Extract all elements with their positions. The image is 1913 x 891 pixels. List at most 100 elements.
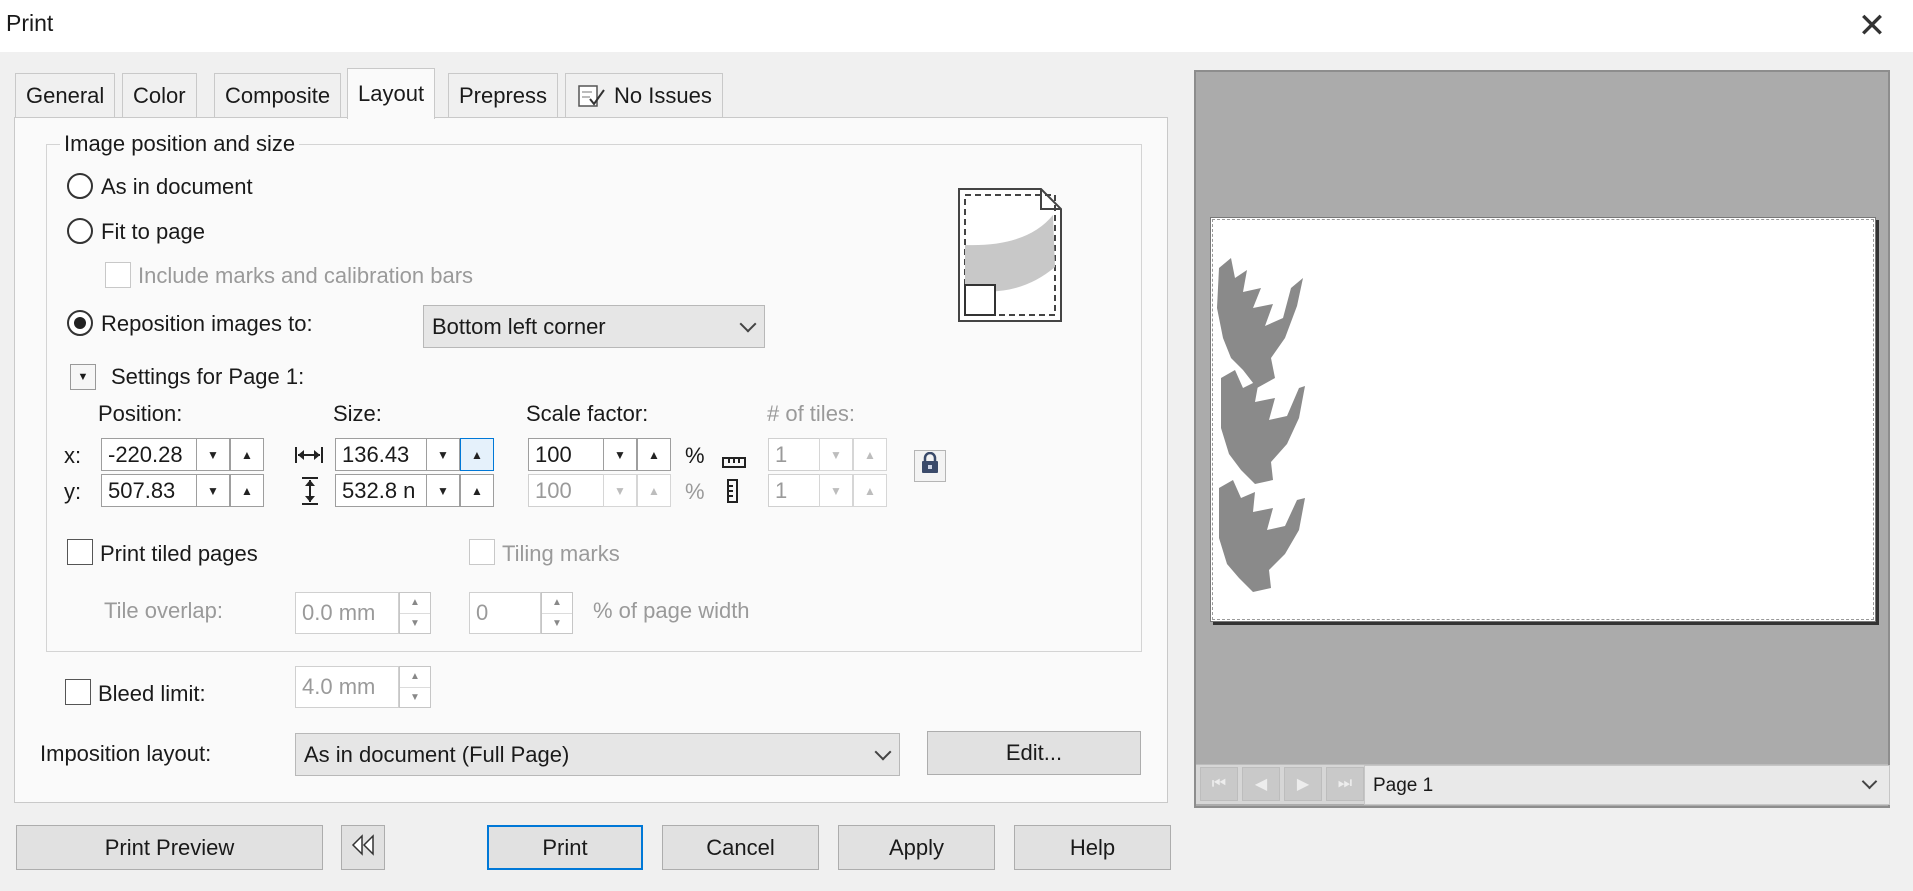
fit-to-page-radio[interactable] [67, 218, 93, 244]
apply-button[interactable]: Apply [838, 825, 995, 870]
page-select-value: Page 1 [1373, 775, 1434, 796]
tab-composite[interactable]: Composite [214, 73, 342, 118]
tiling-marks-label: Tiling marks [502, 541, 620, 566]
tiling-marks-checkbox[interactable] [469, 539, 495, 565]
width-field[interactable]: 136.43 [335, 438, 427, 471]
double-chevron-left-icon [350, 833, 376, 862]
bleed-limit-field[interactable]: 4.0 mm [295, 666, 399, 708]
as-in-document-label[interactable]: As in document [101, 174, 253, 200]
print-tiled-pages-label[interactable]: Print tiled pages [100, 541, 258, 567]
tab-layout[interactable]: Layout [347, 68, 436, 119]
include-marks-checkbox[interactable] [105, 262, 131, 288]
imposition-layout-select[interactable]: As in document (Full Page) [295, 733, 900, 776]
include-marks-label: Include marks and calibration bars [138, 263, 474, 288]
chevron-down-icon [1861, 773, 1878, 790]
x-label: x: [64, 443, 82, 468]
tab-label: No Issues [614, 83, 712, 108]
bleed-limit-value: 4.0 mm [302, 674, 376, 699]
first-page-icon: ⏮ [1211, 775, 1227, 792]
scale-x-field[interactable]: 100 [528, 438, 604, 471]
tab-no-issues[interactable]: No Issues [565, 73, 723, 118]
reposition-label[interactable]: Reposition images to: [101, 311, 313, 337]
scale-y-decrement[interactable]: ▼ [603, 474, 637, 507]
scale-x-increment[interactable]: ▲ [637, 438, 671, 471]
bleed-limit-spinner[interactable]: ▲ ▼ [399, 666, 431, 708]
tile-overlap-label: Tile overlap: [104, 598, 224, 623]
imposition-layout-value: As in document (Full Page) [304, 741, 570, 767]
settings-page-label: Settings for Page 1: [111, 364, 305, 389]
tile-overlap-spinner[interactable]: ▲ ▼ [399, 592, 431, 634]
settings-collapse-toggle[interactable]: ▼ [70, 364, 96, 390]
imposition-layout-label: Imposition layout: [40, 741, 212, 766]
position-x-increment[interactable]: ▲ [230, 438, 264, 471]
reposition-select[interactable]: Bottom left corner [423, 305, 765, 348]
tiles-y-increment[interactable]: ▲ [853, 474, 887, 507]
tab-color[interactable]: Color [122, 73, 197, 118]
help-button[interactable]: Help [1014, 825, 1171, 870]
scale-x-decrement[interactable]: ▼ [603, 438, 637, 471]
first-page-button[interactable]: ⏮ [1200, 767, 1238, 801]
position-x-value: -220.28 [108, 441, 183, 467]
title-bar [0, 0, 1913, 52]
position-x-decrement[interactable]: ▼ [196, 438, 230, 471]
tab-prepress[interactable]: Prepress [448, 73, 559, 118]
height-arrows-icon [298, 476, 322, 506]
horizontal-ruler-icon [722, 449, 746, 468]
scale-y-field[interactable]: 100 [528, 474, 604, 507]
group-title: Image position and size [60, 131, 300, 157]
y-label: y: [64, 479, 82, 504]
scale-x-percent: % [685, 443, 705, 468]
close-icon: ✕ [1857, 7, 1887, 45]
scale-y-increment[interactable]: ▲ [637, 474, 671, 507]
reposition-radio[interactable] [67, 310, 93, 336]
position-x-field[interactable]: -220.28 [101, 438, 197, 471]
checklist-icon [576, 83, 606, 109]
tiles-y-decrement[interactable]: ▼ [819, 474, 853, 507]
tab-general[interactable]: General [15, 73, 116, 118]
overlap-percent-field[interactable]: 0 [469, 592, 541, 634]
chevron-down-icon [874, 743, 892, 760]
print-preview-button[interactable]: Print Preview [16, 825, 323, 870]
position-y-increment[interactable]: ▲ [230, 474, 264, 507]
chevron-down-icon [739, 315, 757, 332]
fit-to-page-label[interactable]: Fit to page [101, 219, 205, 245]
tiles-x-increment[interactable]: ▲ [853, 438, 887, 471]
height-increment[interactable]: ▲ [460, 474, 494, 507]
next-page-button[interactable]: ▶ [1284, 767, 1322, 801]
overlap-percent-spinner[interactable]: ▲ ▼ [541, 592, 573, 634]
width-decrement[interactable]: ▼ [426, 438, 460, 471]
height-value: 532.8 n [342, 477, 416, 503]
collapse-preview-button[interactable] [341, 825, 385, 870]
tile-overlap-value: 0.0 mm [302, 600, 376, 625]
position-header: Position: [98, 401, 183, 426]
scale-y-value: 100 [535, 477, 572, 503]
tiles-x-field[interactable]: 1 [768, 438, 820, 471]
previous-page-button[interactable]: ◀ [1242, 767, 1280, 801]
tile-overlap-field[interactable]: 0.0 mm [295, 592, 399, 634]
page-select[interactable]: Page 1 [1364, 765, 1890, 805]
tiles-x-decrement[interactable]: ▼ [819, 438, 853, 471]
width-arrows-icon [294, 443, 324, 467]
width-increment[interactable]: ▲ [460, 438, 494, 471]
lock-proportions-button[interactable] [914, 450, 946, 482]
height-decrement[interactable]: ▼ [426, 474, 460, 507]
bleed-limit-checkbox[interactable] [65, 679, 91, 705]
edit-imposition-button[interactable]: Edit... [927, 731, 1141, 775]
close-button[interactable]: ✕ [1852, 7, 1892, 45]
print-tiled-pages-checkbox[interactable] [67, 539, 93, 565]
as-in-document-radio[interactable] [67, 173, 93, 199]
next-page-icon: ▶ [1296, 776, 1310, 793]
position-y-decrement[interactable]: ▼ [196, 474, 230, 507]
position-y-field[interactable]: 507.83 [101, 474, 197, 507]
last-page-button[interactable]: ⏭ [1326, 767, 1364, 801]
reposition-value: Bottom left corner [432, 313, 606, 339]
print-button[interactable]: Print [487, 825, 643, 870]
previous-page-icon: ◀ [1254, 776, 1268, 793]
cancel-button[interactable]: Cancel [662, 825, 819, 870]
page-position-thumbnail [957, 187, 1063, 323]
tiles-y-field[interactable]: 1 [768, 474, 820, 507]
tab-label: Color [133, 83, 186, 108]
bleed-limit-label[interactable]: Bleed limit: [98, 681, 206, 707]
width-value: 136.43 [342, 441, 410, 467]
height-field[interactable]: 532.8 n [335, 474, 427, 507]
